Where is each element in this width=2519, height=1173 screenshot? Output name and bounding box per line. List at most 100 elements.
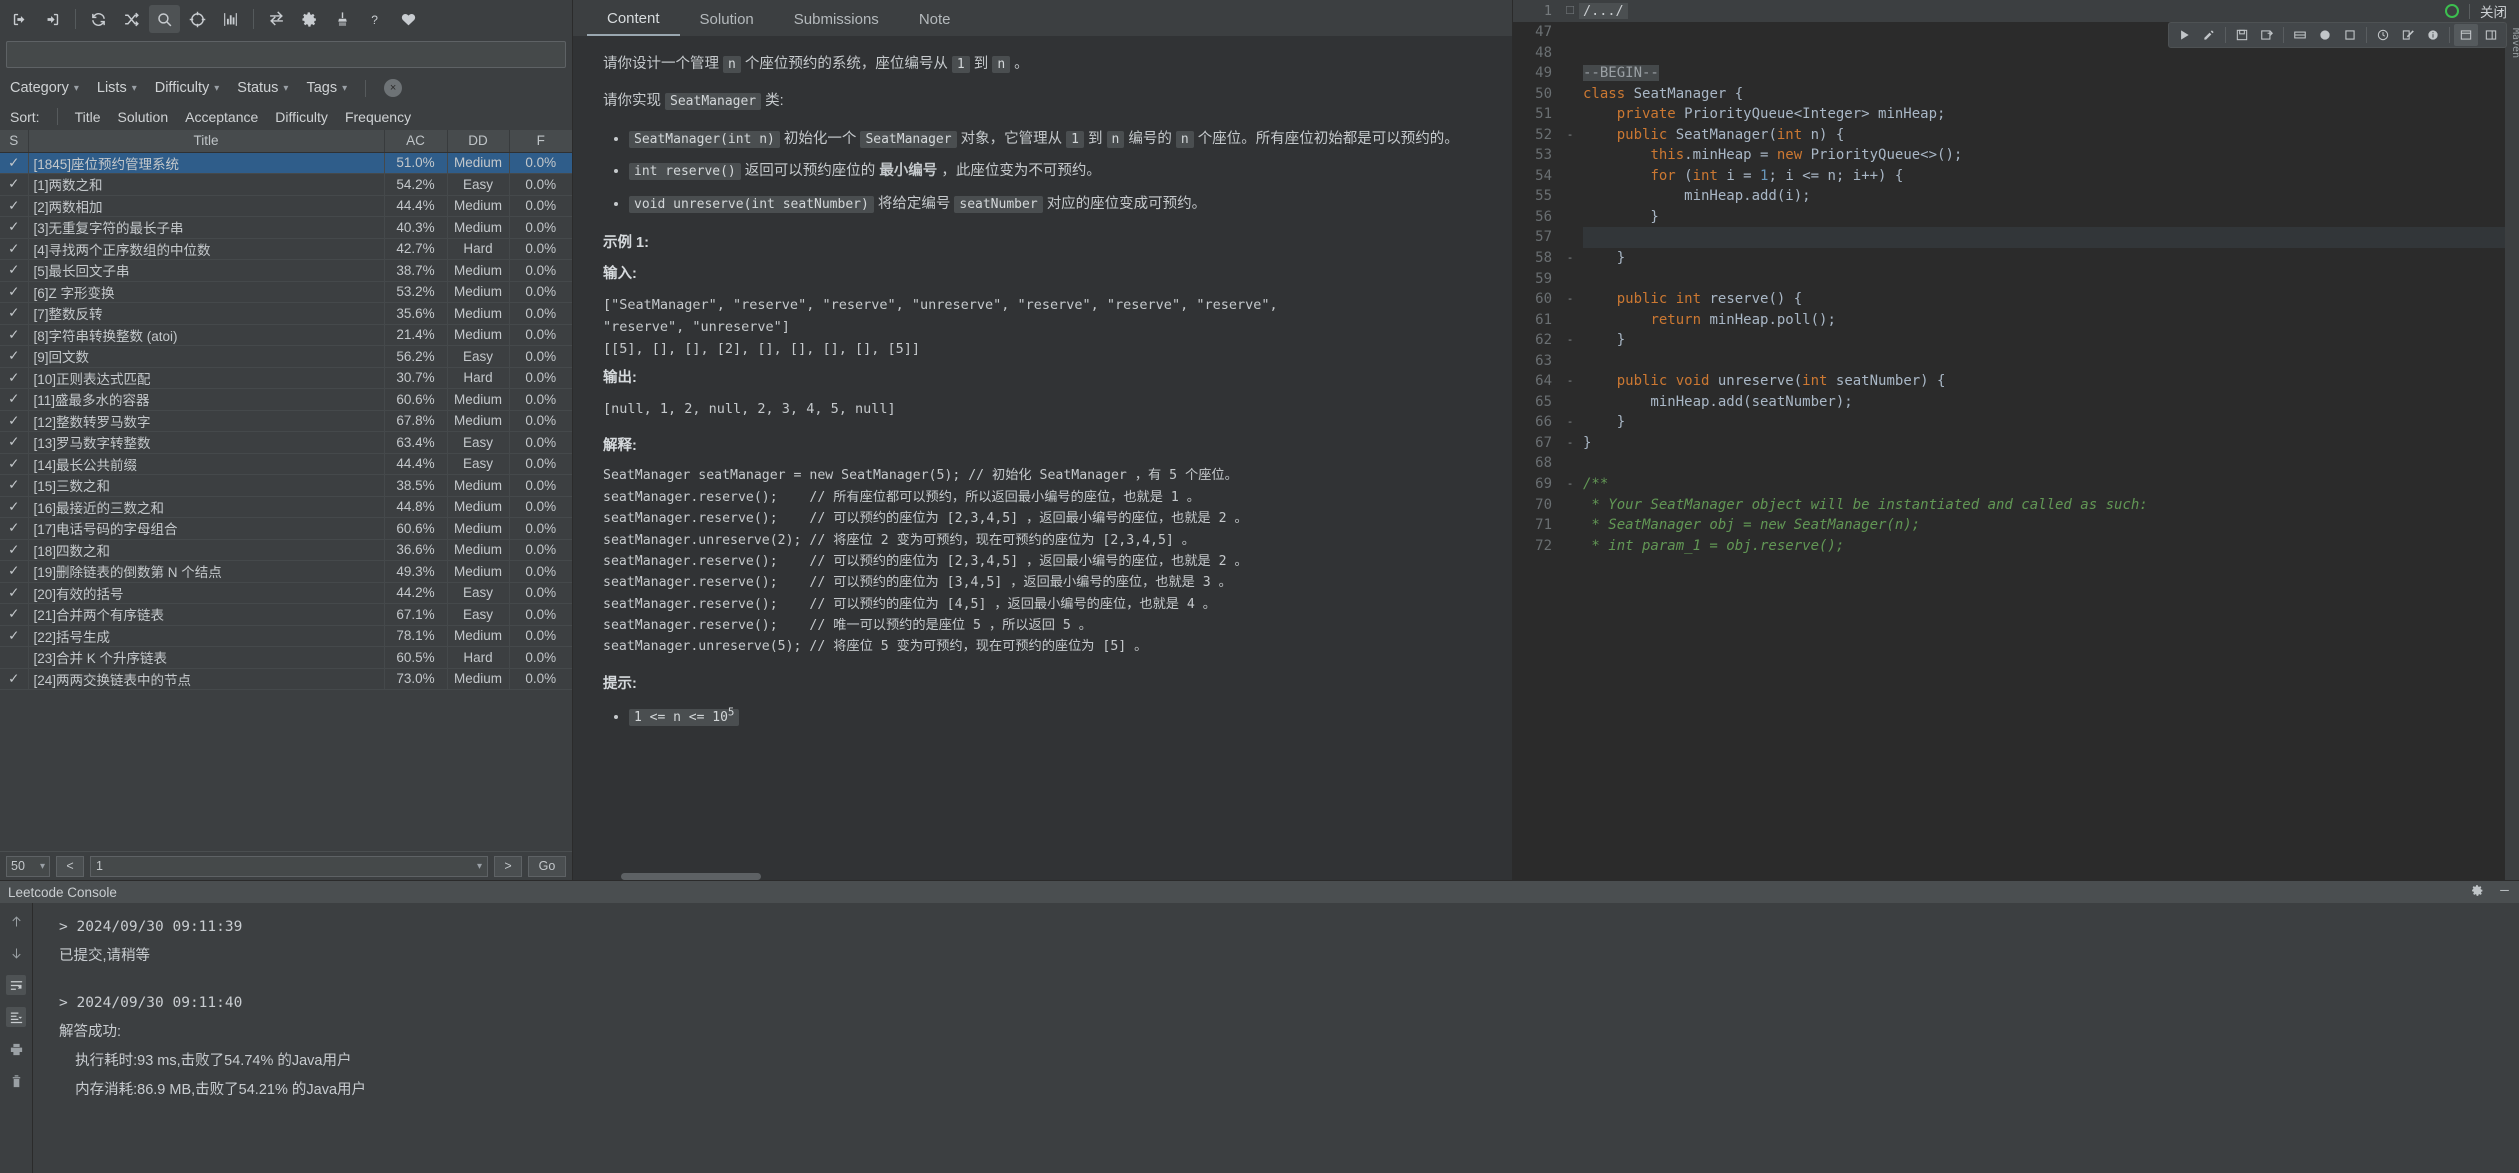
table-row[interactable]: ✓ [12]整数转罗马数字 67.8% Medium 0.0% — [0, 410, 572, 432]
table-row[interactable]: ✓ [5]最长回文子串 38.7% Medium 0.0% — [0, 259, 572, 282]
sort-option-acceptance[interactable]: Acceptance — [185, 109, 258, 125]
filter-lists[interactable]: Lists ▾ — [97, 80, 137, 96]
fold-marker[interactable] — [1561, 84, 1579, 105]
tab-solution[interactable]: Solution — [680, 2, 774, 36]
filter-difficulty[interactable]: Difficulty ▾ — [155, 80, 220, 96]
scroll-up-icon[interactable] — [6, 911, 26, 931]
col-ac[interactable]: AC — [384, 130, 448, 153]
table-row[interactable]: ✓ [15]三数之和 38.5% Medium 0.0% — [0, 474, 572, 497]
table-row[interactable]: ✓ [10]正则表达式匹配 30.7% Hard 0.0% — [0, 367, 572, 389]
run-icon[interactable] — [2172, 24, 2196, 46]
fold-marker[interactable] — [1561, 453, 1579, 474]
gear-icon[interactable] — [2471, 884, 2484, 900]
panel-right-icon[interactable] — [2479, 24, 2503, 46]
search-input[interactable] — [6, 41, 566, 68]
sign-out-icon[interactable] — [37, 5, 68, 33]
table-row[interactable]: [23]合并 K 个升序链表 60.5% Hard 0.0% — [0, 646, 572, 669]
fold-marker[interactable]: - — [1561, 125, 1579, 146]
prev-page-button[interactable]: < — [56, 855, 84, 877]
soft-wrap-icon[interactable] — [6, 975, 26, 995]
table-row[interactable]: ✓ [17]电话号码的字母组合 60.6% Medium 0.0% — [0, 517, 572, 540]
scroll-to-end-icon[interactable] — [6, 1007, 26, 1027]
fold-marker[interactable]: - — [1561, 289, 1579, 310]
fold-marker[interactable] — [1561, 495, 1579, 516]
fold-marker[interactable] — [1561, 515, 1579, 536]
tab-note[interactable]: Note — [899, 2, 971, 36]
table-row[interactable]: ✓ [20]有效的括号 44.2% Easy 0.0% — [0, 582, 572, 604]
fold-marker[interactable] — [1561, 227, 1579, 248]
fold-marker[interactable]: - — [1561, 248, 1579, 269]
close-button[interactable]: 关闭 — [2480, 1, 2507, 21]
fold-marker[interactable] — [1561, 166, 1579, 187]
broom-icon[interactable] — [327, 5, 358, 33]
info-icon[interactable] — [2421, 24, 2445, 46]
minimize-icon[interactable] — [2498, 884, 2511, 900]
fold-marker[interactable] — [1561, 22, 1579, 43]
problem-table-container[interactable]: S Title AC DD F ✓ [1845]座位预约管理系统 51.0% Medi… — [0, 130, 572, 851]
fold-marker[interactable] — [1561, 351, 1579, 372]
save-icon[interactable] — [2230, 24, 2254, 46]
fold-marker[interactable] — [1561, 186, 1579, 207]
fold-marker[interactable] — [1561, 392, 1579, 413]
sort-option-title[interactable]: Title — [75, 109, 101, 125]
code-content[interactable]: --BEGIN-- class SeatManager { private Pri… — [1579, 22, 2519, 880]
horizontal-scrollbar[interactable] — [621, 873, 761, 880]
fold-marker[interactable]: - — [1561, 371, 1579, 392]
table-row[interactable]: ✓ [21]合并两个有序链表 67.1% Easy 0.0% — [0, 603, 572, 626]
fold-marker[interactable]: - — [1561, 412, 1579, 433]
shuffle-icon[interactable] — [116, 5, 147, 33]
table-row[interactable]: ✓ [13]罗马数字转整数 63.4% Easy 0.0% — [0, 431, 572, 454]
page-number-input[interactable]: 1 ▾ — [90, 855, 488, 877]
fold-icon[interactable]: ☐ — [1561, 1, 1579, 22]
editor-path[interactable]: /.../ — [1579, 3, 1628, 19]
fold-marker[interactable] — [1561, 269, 1579, 290]
table-row[interactable]: ✓ [19]删除链表的倒数第 N 个结点 49.3% Medium 0.0% — [0, 560, 572, 583]
col-f[interactable]: F — [509, 130, 572, 153]
refresh-icon[interactable] — [83, 5, 114, 33]
table-row[interactable]: ✓ [8]字符串转换整数 (atoi) 21.4% Medium 0.0% — [0, 324, 572, 346]
col-dd[interactable]: DD — [447, 130, 510, 153]
fold-marker[interactable]: - — [1561, 474, 1579, 495]
trash-icon[interactable] — [6, 1071, 26, 1091]
gear-icon[interactable] — [294, 5, 325, 33]
filter-category[interactable]: Category ▾ — [10, 80, 79, 96]
table-row[interactable]: ✓ [1845]座位预约管理系统 51.0% Medium 0.0% — [0, 152, 572, 174]
sort-option-frequency[interactable]: Frequency — [345, 109, 411, 125]
save-as-icon[interactable] — [2255, 24, 2279, 46]
table-row[interactable]: ✓ [16]最接近的三数之和 44.8% Medium 0.0% — [0, 496, 572, 518]
maven-tab-label[interactable]: Maven — [2510, 28, 2519, 58]
console-output[interactable]: > 2024/09/30 09:11:39 已提交,请稍等 > 2024/09/30… — [33, 903, 2519, 1173]
globe-icon[interactable] — [2313, 24, 2337, 46]
filter-tags[interactable]: Tags ▾ — [306, 80, 347, 96]
fold-marker[interactable] — [1561, 63, 1579, 84]
next-page-button[interactable]: > — [494, 855, 522, 877]
table-row[interactable]: ✓ [2]两数相加 44.4% Medium 0.0% — [0, 195, 572, 217]
fold-marker[interactable]: - — [1561, 330, 1579, 351]
clear-filters-button[interactable]: × — [384, 79, 403, 97]
chart-bar-icon[interactable] — [215, 5, 246, 33]
panel-icon[interactable] — [2454, 24, 2478, 46]
fold-marker[interactable] — [1561, 536, 1579, 557]
target-icon[interactable] — [182, 5, 213, 33]
fold-marker[interactable] — [1561, 145, 1579, 166]
page-size-select[interactable]: 50 ▾ — [6, 855, 50, 877]
print-icon[interactable] — [6, 1039, 26, 1059]
table-row[interactable]: ✓ [3]无重复字符的最长子串 40.3% Medium 0.0% — [0, 216, 572, 239]
problem-description[interactable]: 请你设计一个管理 n 个座位预约的系统，座位编号从 1 到 n 。 请你实现 S… — [573, 36, 1512, 880]
table-row[interactable]: ✓ [4]寻找两个正序数组的中位数 42.7% Hard 0.0% — [0, 238, 572, 260]
code-editor[interactable]: 47 48 49 50 51 52 53 54 55 56 57 58 59 60 61 62 63 64 65 66… — [1513, 22, 2519, 880]
table-row[interactable]: ✓ [1]两数之和 54.2% Easy 0.0% — [0, 173, 572, 196]
table-row[interactable]: ✓ [11]盛最多水的容器 60.6% Medium 0.0% — [0, 388, 572, 411]
fold-marker[interactable] — [1561, 43, 1579, 64]
search-icon[interactable] — [149, 5, 180, 33]
sort-option-solution[interactable]: Solution — [118, 109, 169, 125]
scroll-down-icon[interactable] — [6, 943, 26, 963]
table-row[interactable]: ✓ [6]Z 字形变换 53.2% Medium 0.0% — [0, 281, 572, 303]
fold-marker[interactable] — [1561, 207, 1579, 228]
help-icon[interactable]: ? — [360, 5, 391, 33]
col-s[interactable]: S — [0, 130, 29, 153]
sign-in-icon[interactable] — [4, 5, 35, 33]
heart-icon[interactable] — [393, 5, 424, 33]
note-edit-icon[interactable] — [2396, 24, 2420, 46]
filter-status[interactable]: Status ▾ — [237, 80, 288, 96]
